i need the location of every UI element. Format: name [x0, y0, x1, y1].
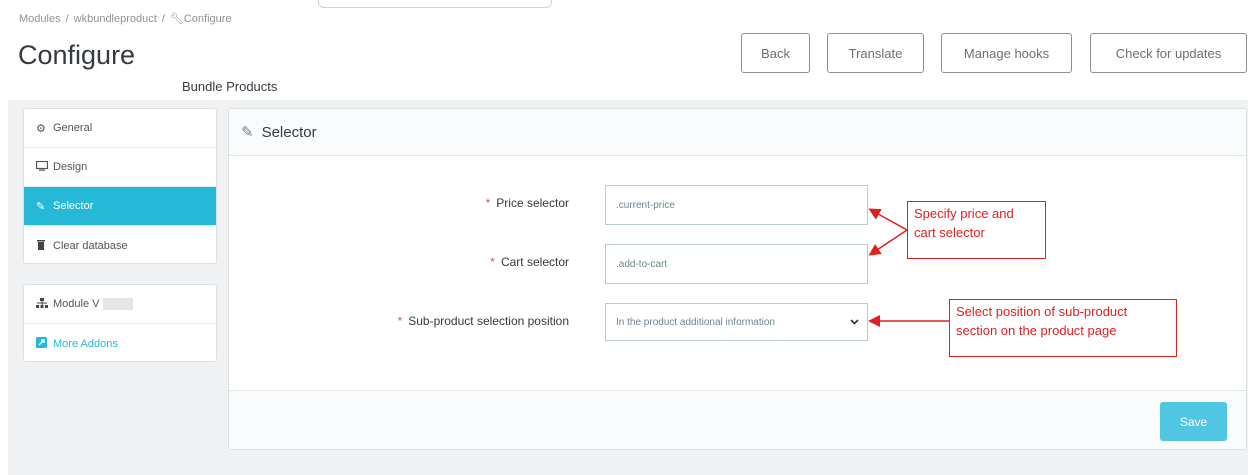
annotation-arrow — [868, 229, 908, 256]
annotation-arrow — [868, 208, 908, 231]
annotation-arrows — [868, 208, 949, 327]
